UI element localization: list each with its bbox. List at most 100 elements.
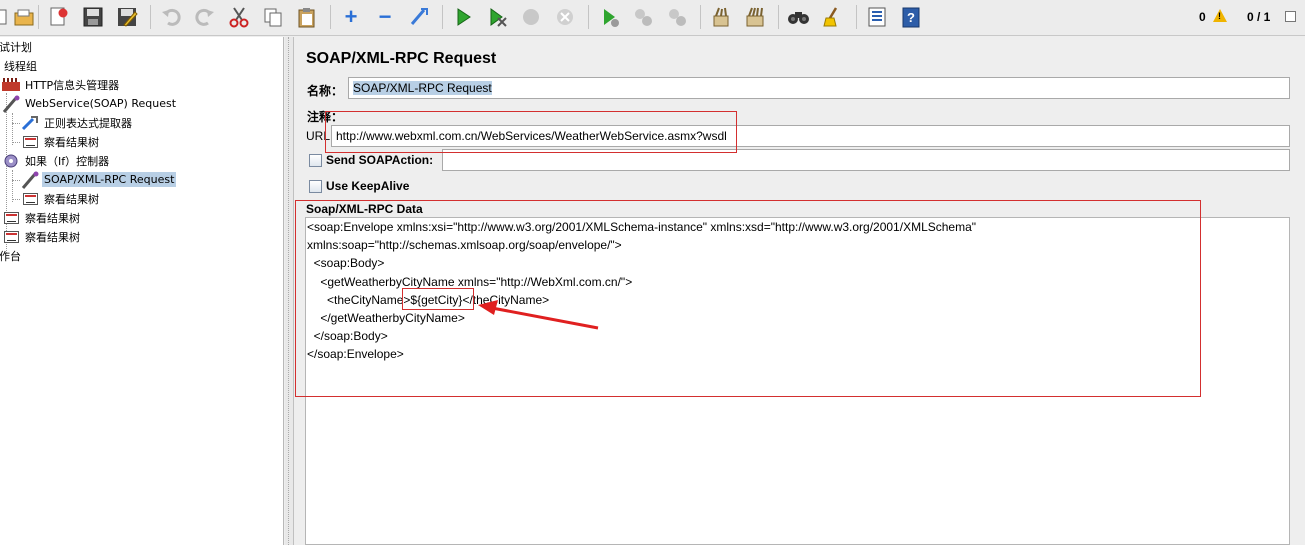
shutdown-icon[interactable] xyxy=(551,3,579,31)
tree-item-label: WebService(SOAP) Request xyxy=(25,97,177,110)
name-label: 名称： xyxy=(307,84,344,98)
folder-open-icon[interactable] xyxy=(10,3,38,31)
remote-stop-icon[interactable] xyxy=(629,3,657,31)
comment-label: 注释： xyxy=(307,110,344,124)
sampler-icon xyxy=(2,95,20,113)
redo-icon[interactable] xyxy=(191,3,219,31)
toolbar-separator xyxy=(330,5,331,29)
tree-item-label: SOAP/XML-RPC Request xyxy=(42,172,177,187)
remote-shutdown-icon[interactable] xyxy=(663,3,691,31)
xml-line-city-name: <theCityName>${getCity}</theCityName> xyxy=(307,291,1289,309)
send-soapaction-label: Send SOAPAction: xyxy=(326,153,434,167)
xml-line: </soap:Envelope> xyxy=(307,347,404,362)
tree-item-thread-group[interactable]: 线程组 xyxy=(2,56,39,75)
panel-title: SOAP/XML-RPC Request xyxy=(306,50,497,67)
toolbar-separator xyxy=(150,5,151,29)
city-variable: ${getCity} xyxy=(410,292,463,307)
svg-text:?: ? xyxy=(907,10,915,25)
copy-icon[interactable] xyxy=(259,3,287,31)
clear-all-icon[interactable] xyxy=(741,3,769,31)
tree-item-label: 察看结果树 xyxy=(25,230,80,244)
if-controller-icon xyxy=(2,153,20,169)
toggle-icon[interactable] xyxy=(405,3,433,31)
tree-item-view-results-tree[interactable]: 察看结果树 xyxy=(2,227,82,246)
start-icon[interactable] xyxy=(449,3,477,31)
xml-line: <getWeatherbyCityName xmlns="http://WebX… xyxy=(307,274,633,289)
cut-icon[interactable] xyxy=(225,3,253,31)
tree-connector xyxy=(12,142,20,143)
status-area: 0 0 / 1 xyxy=(1195,0,1305,36)
use-keepalive-checkbox[interactable] xyxy=(309,180,322,193)
soapaction-field[interactable] xyxy=(442,149,1290,171)
tree-item-label: 如果（If）控制器 xyxy=(25,154,110,168)
help-icon[interactable]: ? xyxy=(897,3,925,31)
use-keepalive-label: Use KeepAlive xyxy=(326,179,410,193)
send-soapaction-checkbox[interactable] xyxy=(309,154,322,167)
toolbar-separator xyxy=(856,5,857,29)
xml-line: </soap:Body> xyxy=(307,329,388,344)
xml-line: <soap:Envelope xmlns:xsi="http://www.w3.… xyxy=(307,220,977,234)
search-icon[interactable] xyxy=(785,3,813,31)
save-icon[interactable] xyxy=(79,3,107,31)
tree-item-if-controller[interactable]: 如果（If）控制器 xyxy=(2,151,111,170)
toolbar-separator xyxy=(442,5,443,29)
tree-item-label: 线程组 xyxy=(4,59,37,73)
tree-connector xyxy=(12,199,20,200)
tree-connector xyxy=(12,113,13,145)
save-as-icon[interactable] xyxy=(113,3,141,31)
tree-item-view-results-tree[interactable]: 察看结果树 xyxy=(21,132,101,151)
result-tree-icon xyxy=(2,229,20,245)
undo-icon[interactable] xyxy=(157,3,185,31)
toolbar-separator xyxy=(778,5,779,29)
tree-item-test-plan[interactable]: 试计划 xyxy=(0,37,34,56)
error-count: 0 xyxy=(1199,10,1206,24)
extractor-icon xyxy=(21,115,39,131)
tree-item-soap-xml-rpc-request[interactable]: SOAP/XML-RPC Request xyxy=(21,170,177,189)
sampler-config-panel: SOAP/XML-RPC Request 名称： SOAP/XML-RPC Re… xyxy=(295,37,1305,545)
soap-data-editor[interactable]: <soap:Envelope xmlns:xsi="http://www.w3.… xyxy=(305,217,1290,545)
expand-icon[interactable]: + xyxy=(337,3,365,31)
xml-line: <soap:Body> xyxy=(307,256,385,271)
result-tree-icon xyxy=(2,210,20,226)
warning-icon[interactable] xyxy=(1213,9,1227,22)
main-toolbar: + − ? 0 0 / 1 xyxy=(0,0,1305,36)
test-plan-tree: 试计划 线程组 HTTP信息头管理器 WebService(SOAP) Requ… xyxy=(0,37,284,545)
tree-item-webservice-soap-request[interactable]: WebService(SOAP) Request xyxy=(2,94,178,113)
tree-item-label: 察看结果树 xyxy=(44,135,99,149)
stop-icon[interactable] xyxy=(517,3,545,31)
paste-icon[interactable] xyxy=(293,3,321,31)
tree-item-label: HTTP信息头管理器 xyxy=(25,78,120,92)
pane-splitter[interactable] xyxy=(285,37,294,545)
tree-item-label: 作台 xyxy=(0,249,21,263)
clear-icon[interactable] xyxy=(707,3,735,31)
url-label: URL xyxy=(306,129,331,143)
collapse-icon[interactable]: − xyxy=(371,3,399,31)
tree-item-view-results-tree[interactable]: 察看结果树 xyxy=(21,189,101,208)
xml-line: xmlns:soap="http://schemas.xmlsoap.org/s… xyxy=(307,238,622,253)
template-icon[interactable] xyxy=(45,3,73,31)
toolbar-separator xyxy=(588,5,589,29)
soap-data-label: Soap/XML-RPC Data xyxy=(306,202,423,216)
url-value: http://www.webxml.com.cn/WebServices/Wea… xyxy=(336,129,727,143)
xml-fragment: <theCityName> xyxy=(307,292,411,307)
tree-item-http-header-manager[interactable]: HTTP信息头管理器 xyxy=(2,75,121,94)
tree-connector xyxy=(12,180,20,181)
toolbar-separator xyxy=(38,5,39,29)
tree-item-label: 察看结果树 xyxy=(44,192,99,206)
name-value: SOAP/XML-RPC Request xyxy=(353,81,492,95)
tree-item-view-results-tree[interactable]: 察看结果树 xyxy=(2,208,82,227)
reset-search-icon[interactable] xyxy=(819,3,847,31)
function-helper-icon[interactable] xyxy=(863,3,891,31)
tree-item-label: 正则表达式提取器 xyxy=(44,116,132,130)
remote-start-icon[interactable] xyxy=(595,3,623,31)
tree-item-regex-extractor[interactable]: 正则表达式提取器 xyxy=(21,113,134,132)
tree-item-label: 试计划 xyxy=(0,40,32,54)
start-no-pause-icon[interactable] xyxy=(483,3,511,31)
comment-field[interactable] xyxy=(348,104,1290,126)
name-field[interactable]: SOAP/XML-RPC Request xyxy=(348,77,1290,99)
xml-line: </getWeatherbyCityName> xyxy=(307,310,465,325)
tree-item-workbench[interactable]: 作台 xyxy=(0,246,23,265)
result-tree-icon xyxy=(21,134,39,150)
url-field[interactable]: http://www.webxml.com.cn/WebServices/Wea… xyxy=(331,125,1290,147)
running-indicator xyxy=(1285,11,1296,22)
